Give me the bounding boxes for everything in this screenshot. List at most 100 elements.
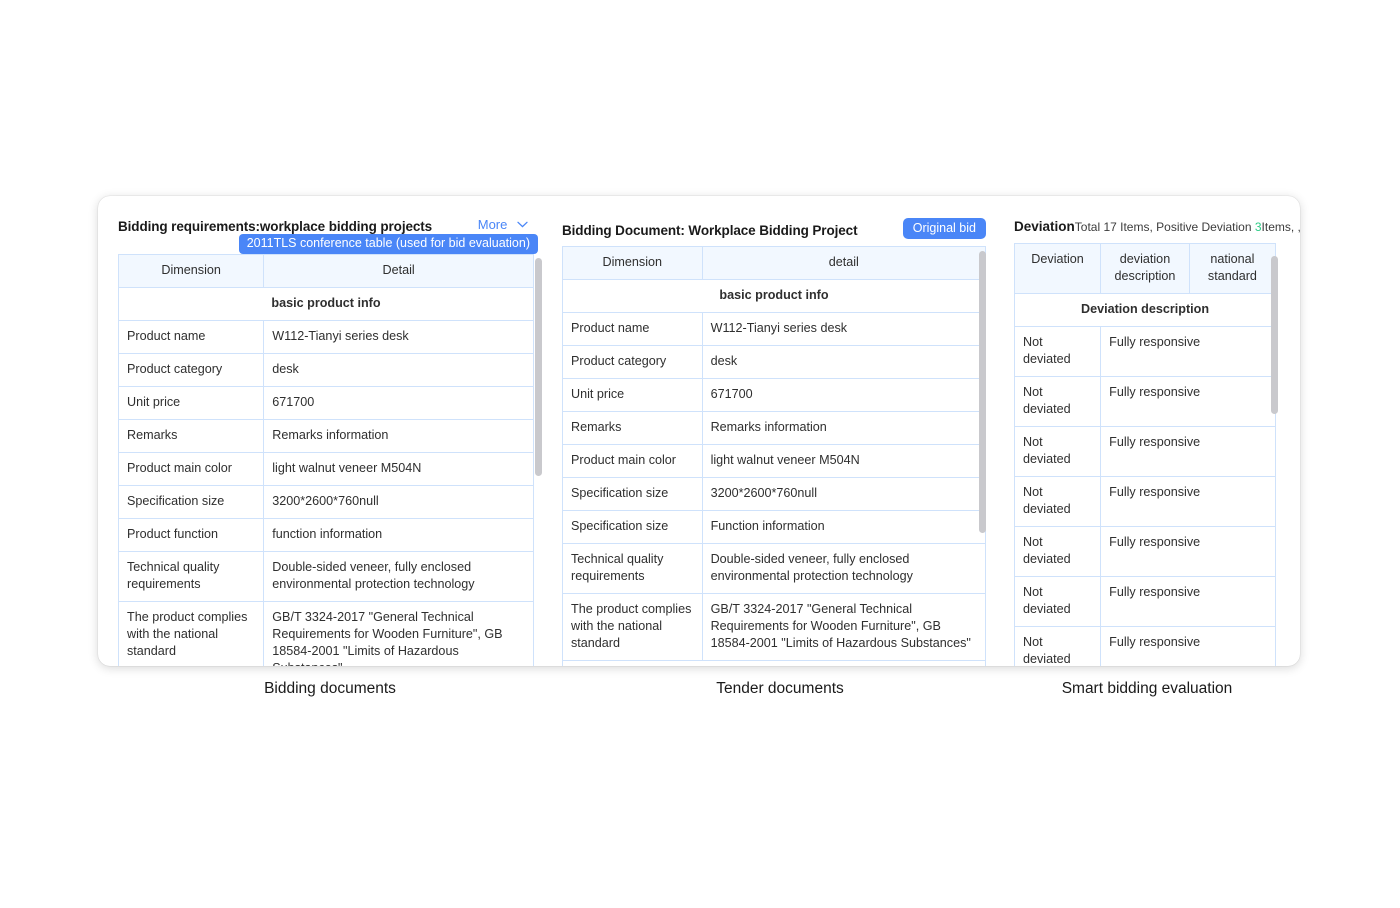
deviation-cell: Not deviated (1015, 527, 1101, 577)
caption-tender-documents: Tender documents (630, 680, 930, 698)
row-value: GB/T 3324-2017 "General Technical Requir… (702, 594, 985, 661)
table-row: Not deviated Fully responsive (1015, 627, 1276, 667)
panel-bidding-document: Bidding Document: Workplace Bidding Proj… (550, 196, 1000, 666)
table-row: Not deviated Fully responsive (1015, 577, 1276, 627)
row-value: Double-sided veneer, fully enclosed envi… (702, 544, 985, 594)
row-value: Function information (702, 511, 985, 544)
deviation-cell: Not deviated (1015, 627, 1101, 667)
panel-2-table-scroll[interactable]: Dimension detail basic product info Prod… (550, 246, 1000, 666)
panel-1-scrollbar-thumb[interactable] (535, 258, 542, 476)
table-row: Not deviated Fully responsive (1015, 477, 1276, 527)
section-title-product-details: Product Details (563, 661, 986, 667)
deviation-heading: Deviation (1014, 219, 1075, 234)
deviation-table: Deviation deviation description national… (1014, 243, 1276, 666)
row-label: The product complies with the national s… (119, 602, 264, 667)
panel-deviation: DeviationTotal 17 Items, Positive Deviat… (1000, 196, 1300, 666)
chevron-down-icon (517, 216, 528, 231)
row-value: 671700 (264, 387, 534, 420)
table-row: Technical quality requirements Double-si… (563, 544, 986, 594)
deviation-summary-part2: Items, , (1262, 220, 1300, 234)
more-label: More (478, 217, 508, 232)
table-row: Remarks Remarks information (563, 412, 986, 445)
deviation-description-cell: Fully responsive (1101, 377, 1276, 427)
section-title-basic-info: basic product info (119, 288, 534, 321)
column-header-detail[interactable]: Detail (264, 255, 534, 288)
panel-3-table-scroll[interactable]: Deviation deviation description national… (1000, 243, 1300, 666)
bidding-document-table: Dimension detail basic product info Prod… (562, 246, 986, 666)
table-row: Technical quality requirements Double-si… (119, 552, 534, 602)
table-row: Specification size 3200*2600*760null (119, 486, 534, 519)
original-bid-button[interactable]: Original bid (903, 218, 986, 239)
deviation-summary-part1: Total 17 Items, Positive Deviation (1075, 220, 1255, 234)
table-row: Product category desk (563, 346, 986, 379)
table-row: Remarks Remarks information (119, 420, 534, 453)
more-button[interactable]: More (478, 217, 528, 232)
column-header-national-standard[interactable]: national standard (1189, 244, 1275, 294)
table-row: Unit price 671700 (119, 387, 534, 420)
caption-smart-bidding-evaluation: Smart bidding evaluation (997, 680, 1297, 698)
panel-2-scrollbar-thumb-main[interactable] (979, 251, 986, 533)
table-row: Product function function information (119, 519, 534, 552)
panel-1-badge-row: 2011TLS conference table (used for bid e… (98, 234, 550, 254)
positive-deviation-count: 3 (1255, 220, 1262, 234)
table-row: Specification size Function information (563, 511, 986, 544)
table-header-row: Deviation deviation description national… (1015, 244, 1276, 294)
row-value: 3200*2600*760null (702, 478, 985, 511)
row-value: Remarks information (264, 420, 534, 453)
row-label: Product name (119, 321, 264, 354)
panel-3-scrollbar-thumb[interactable] (1271, 256, 1278, 414)
row-value: 671700 (702, 379, 985, 412)
deviation-summary: DeviationTotal 17 Items, Positive Deviat… (1014, 220, 1300, 234)
deviation-description-cell: Fully responsive (1101, 427, 1276, 477)
table-row: Product main color light walnut veneer M… (119, 453, 534, 486)
column-header-detail[interactable]: detail (702, 247, 985, 280)
column-header-deviation-description[interactable]: deviation description (1101, 244, 1190, 294)
table-row: Product name W112-Tianyi series desk (563, 313, 986, 346)
panel-1-title: Bidding requirements:workplace bidding p… (118, 219, 432, 234)
caption-bidding-documents: Bidding documents (180, 680, 480, 698)
deviation-description-cell: Fully responsive (1101, 577, 1276, 627)
panel-1-table-scroll[interactable]: Dimension Detail basic product info Prod… (98, 254, 550, 666)
table-row: Unit price 671700 (563, 379, 986, 412)
section-row: Deviation description (1015, 294, 1276, 327)
row-label: Technical quality requirements (563, 544, 703, 594)
deviation-cell: Not deviated (1015, 577, 1101, 627)
section-title-deviation-description: Deviation description (1015, 294, 1276, 327)
column-header-dimension[interactable]: Dimension (563, 247, 703, 280)
table-row: Not deviated Fully responsive (1015, 377, 1276, 427)
row-label: Product category (119, 354, 264, 387)
section-title-basic-info: basic product info (563, 280, 986, 313)
panel-2-title: Bidding Document: Workplace Bidding Proj… (562, 223, 857, 238)
row-label: The product complies with the national s… (563, 594, 703, 661)
section-row: basic product info (563, 280, 986, 313)
panel-bidding-requirements: Bidding requirements:workplace bidding p… (98, 196, 550, 666)
deviation-description-cell: Fully responsive (1101, 627, 1276, 667)
row-value: Remarks information (702, 412, 985, 445)
section-row: basic product info (119, 288, 534, 321)
row-value: GB/T 3324-2017 "General Technical Requir… (264, 602, 534, 667)
table-row: Not deviated Fully responsive (1015, 527, 1276, 577)
table-row: Product name W112-Tianyi series desk (119, 321, 534, 354)
table-row: Product main color light walnut veneer M… (563, 445, 986, 478)
column-header-deviation[interactable]: Deviation (1015, 244, 1101, 294)
table-header-row: Dimension detail (563, 247, 986, 280)
row-value: W112-Tianyi series desk (264, 321, 534, 354)
deviation-description-cell: Fully responsive (1101, 477, 1276, 527)
row-value: light walnut veneer M504N (702, 445, 985, 478)
row-label: Product main color (119, 453, 264, 486)
deviation-cell: Not deviated (1015, 477, 1101, 527)
bid-evaluation-badge[interactable]: 2011TLS conference table (used for bid e… (239, 234, 538, 254)
table-row: The product complies with the national s… (119, 602, 534, 667)
table-row: Product category desk (119, 354, 534, 387)
table-header-row: Dimension Detail (119, 255, 534, 288)
row-label: Product category (563, 346, 703, 379)
row-value: desk (702, 346, 985, 379)
section-row: Product Details (563, 661, 986, 667)
row-label: Specification size (563, 478, 703, 511)
column-header-dimension[interactable]: Dimension (119, 255, 264, 288)
deviation-cell: Not deviated (1015, 327, 1101, 377)
deviation-description-cell: Fully responsive (1101, 327, 1276, 377)
table-row: Not deviated Fully responsive (1015, 327, 1276, 377)
row-value: light walnut veneer M504N (264, 453, 534, 486)
bidding-requirements-table: Dimension Detail basic product info Prod… (118, 254, 534, 666)
